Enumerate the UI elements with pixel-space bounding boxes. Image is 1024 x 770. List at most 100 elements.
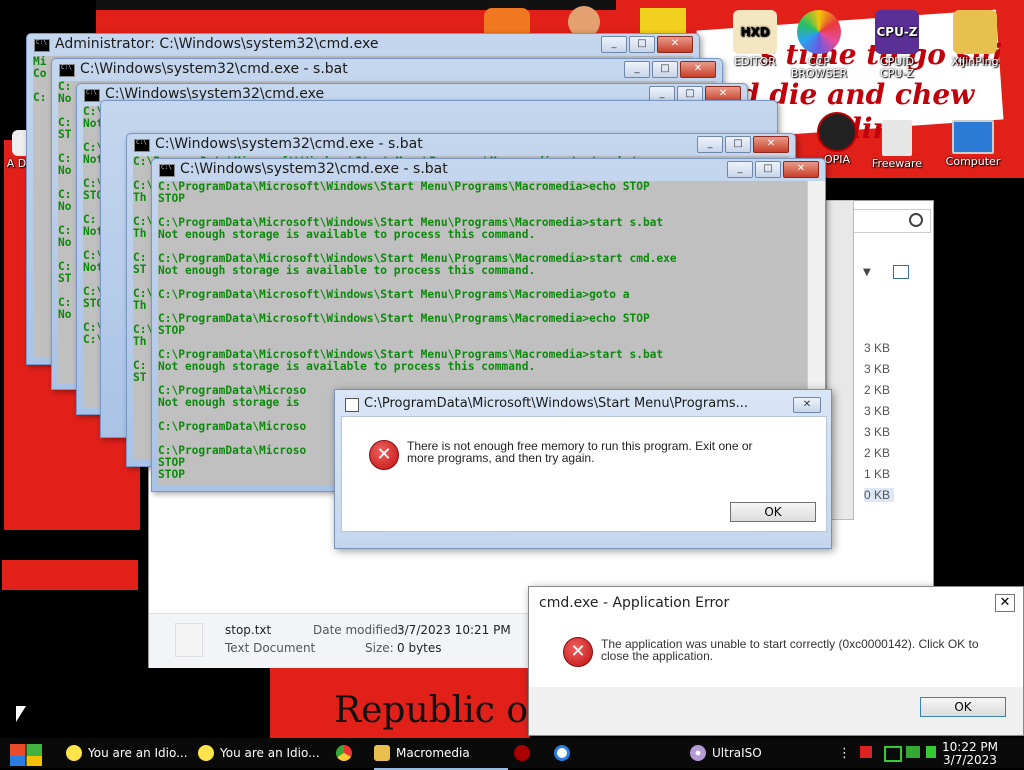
file-icon bbox=[175, 623, 203, 657]
maximize-button[interactable]: □ bbox=[629, 36, 655, 53]
smiley-icon bbox=[198, 745, 214, 761]
file-size-cell: 1 KB bbox=[864, 467, 891, 481]
file-size-cell-selected: 0 KB bbox=[864, 488, 894, 502]
desktop-icon-xijinping[interactable]: XiJinPing bbox=[944, 10, 1006, 68]
cpuz-icon: CPU-Z bbox=[875, 10, 919, 54]
file-size-cell: 3 KB bbox=[864, 425, 891, 439]
speaker-icon[interactable] bbox=[926, 746, 936, 758]
window-title: C:\Windows\system32\cmd.exe - s.bat bbox=[80, 61, 348, 77]
console-line: Not enough storage is available to proce… bbox=[158, 360, 536, 373]
title-bar[interactable]: C:\Windows\system32\cmd.exe - s.bat _□✕ bbox=[127, 134, 795, 156]
desktop-icon-label: CCP BROWSER bbox=[790, 55, 848, 80]
error-icon: ✕ bbox=[563, 637, 593, 667]
dialog-message: The application was unable to start corr… bbox=[601, 637, 979, 663]
minimize-button[interactable]: _ bbox=[697, 136, 723, 153]
dialog-app-icon bbox=[345, 398, 359, 412]
ok-button[interactable]: OK bbox=[730, 502, 816, 522]
console-line: C:\ProgramData\Microsoft\Windows\Start M… bbox=[158, 312, 650, 325]
desktop-icon-ccp-browser[interactable]: CCP BROWSER bbox=[788, 10, 850, 80]
chevron-down-icon[interactable]: ▼ bbox=[863, 267, 871, 278]
start-button[interactable] bbox=[10, 744, 42, 766]
computer-icon bbox=[952, 120, 994, 154]
cmd-icon bbox=[59, 64, 75, 77]
maximize-button[interactable]: □ bbox=[725, 136, 751, 153]
selected-file-modified-label: Date modified: bbox=[313, 623, 403, 637]
cmd-icon bbox=[84, 89, 100, 102]
tray-overflow-icon[interactable]: ⋮ bbox=[838, 746, 851, 761]
application-error-dialog[interactable]: cmd.exe - Application Error ✕ ✕ The appl… bbox=[528, 586, 1024, 736]
taskbar-item-label: You are an Idio... bbox=[220, 746, 320, 760]
close-button[interactable]: ✕ bbox=[783, 161, 819, 178]
mouse-cursor bbox=[16, 706, 26, 722]
selected-file-modified-value: 3/7/2023 10:21 PM bbox=[397, 623, 511, 637]
taskbar-item-idiot-1[interactable]: You are an Idio... bbox=[66, 738, 190, 768]
desktop-icon-freeware[interactable]: Freeware bbox=[866, 120, 928, 170]
file-size-cell: 2 KB bbox=[864, 383, 891, 397]
desktop-icon-computer[interactable]: Computer bbox=[942, 120, 1004, 168]
taskbar-item-macromedia[interactable]: Macromedia bbox=[374, 738, 508, 770]
window-title: Administrator: C:\Windows\system32\cmd.e… bbox=[55, 36, 379, 52]
wallpaper-black-strip bbox=[96, 0, 616, 10]
close-button[interactable]: ✕ bbox=[793, 397, 821, 413]
console-line: STOP bbox=[158, 324, 185, 337]
taskbar-item-label: UltraISO bbox=[712, 746, 762, 760]
console-line: Not enough storage is available to proce… bbox=[158, 228, 536, 241]
editor-icon: HXD bbox=[733, 10, 777, 54]
selected-file-type: Text Document bbox=[225, 641, 316, 655]
minimize-button[interactable]: _ bbox=[727, 161, 753, 178]
title-bar[interactable]: C:\Windows\system32\cmd.exe - s.bat _□✕ bbox=[152, 159, 825, 181]
selected-file-name: stop.txt bbox=[225, 623, 272, 637]
taskbar-item-app-1[interactable] bbox=[514, 738, 544, 768]
disc-icon bbox=[690, 745, 706, 761]
memory-error-dialog[interactable]: C:\ProgramData\Microsoft\Windows\Start M… bbox=[334, 389, 832, 549]
maximize-button[interactable]: □ bbox=[755, 161, 781, 178]
dialog-message: There is not enough free memory to run t… bbox=[407, 439, 753, 465]
taskbar-item-chrome[interactable] bbox=[336, 738, 366, 768]
document-icon bbox=[882, 120, 912, 156]
wallpaper-republic-text: Republic of bbox=[334, 690, 542, 731]
clock-time[interactable]: 10:22 PM bbox=[942, 740, 998, 754]
window-title: C:\Windows\system32\cmd.exe - s.bat bbox=[155, 136, 423, 152]
preview-pane-icon[interactable] bbox=[893, 265, 909, 279]
flag-icon[interactable] bbox=[860, 746, 872, 758]
taskbar-item-app-2[interactable] bbox=[554, 738, 584, 768]
close-button[interactable]: ✕ bbox=[657, 36, 693, 53]
taskbar-item-ultraiso[interactable]: UltraISO bbox=[690, 738, 814, 768]
console-line: C:\ProgramData\Microsoft\Windows\Start M… bbox=[158, 181, 650, 193]
chrome-icon bbox=[336, 745, 352, 761]
console-line: STOP bbox=[158, 192, 185, 205]
opia-icon bbox=[817, 112, 857, 152]
desktop-icon-label: EDITOR bbox=[734, 55, 776, 68]
clock-date[interactable]: 3/7/2023 bbox=[942, 753, 998, 767]
file-size-cell: 3 KB bbox=[864, 404, 891, 418]
desktop-icon-cpuz[interactable]: CPU-Z CPUID CPU-Z bbox=[866, 10, 928, 80]
cmd-icon bbox=[134, 139, 150, 152]
cmd-icon bbox=[34, 39, 50, 52]
desktop-icon-label: CPUID CPU-Z bbox=[879, 55, 915, 80]
minimize-button[interactable]: _ bbox=[601, 36, 627, 53]
desktop-icon-label: OPIA bbox=[823, 153, 851, 166]
minimize-button[interactable]: _ bbox=[624, 61, 650, 78]
title-bar[interactable]: C:\Windows\system32\cmd.exe - s.bat _□✕ bbox=[52, 59, 722, 81]
close-button[interactable]: ✕ bbox=[680, 61, 716, 78]
dialog-title: C:\ProgramData\Microsoft\Windows\Start M… bbox=[364, 396, 749, 411]
tray-app-icon[interactable] bbox=[906, 746, 920, 758]
console-line: Not enough storage is available to proce… bbox=[158, 264, 536, 277]
app-icon bbox=[554, 745, 570, 761]
wallpaper-red-strip bbox=[2, 560, 138, 590]
taskbar: You are an Idio... You are an Idio... Ma… bbox=[0, 738, 1024, 770]
file-size-cell: 3 KB bbox=[864, 362, 891, 376]
desktop-icon-label: XiJinPing bbox=[951, 55, 999, 68]
maximize-button[interactable]: □ bbox=[652, 61, 678, 78]
search-icon[interactable] bbox=[909, 213, 923, 227]
file-size-cell: 3 KB bbox=[864, 341, 891, 355]
desktop-icon-editor[interactable]: HXD EDITOR bbox=[724, 10, 786, 68]
folder-user-icon bbox=[953, 10, 997, 54]
network-icon[interactable] bbox=[884, 746, 902, 762]
title-bar[interactable]: Administrator: C:\Windows\system32\cmd.e… bbox=[27, 34, 699, 56]
ok-button[interactable]: OK bbox=[920, 697, 1006, 717]
taskbar-item-idiot-2[interactable]: You are an Idio... bbox=[198, 738, 322, 768]
close-button[interactable]: ✕ bbox=[995, 594, 1015, 612]
close-button[interactable]: ✕ bbox=[753, 136, 789, 153]
error-icon: ✕ bbox=[369, 440, 399, 470]
